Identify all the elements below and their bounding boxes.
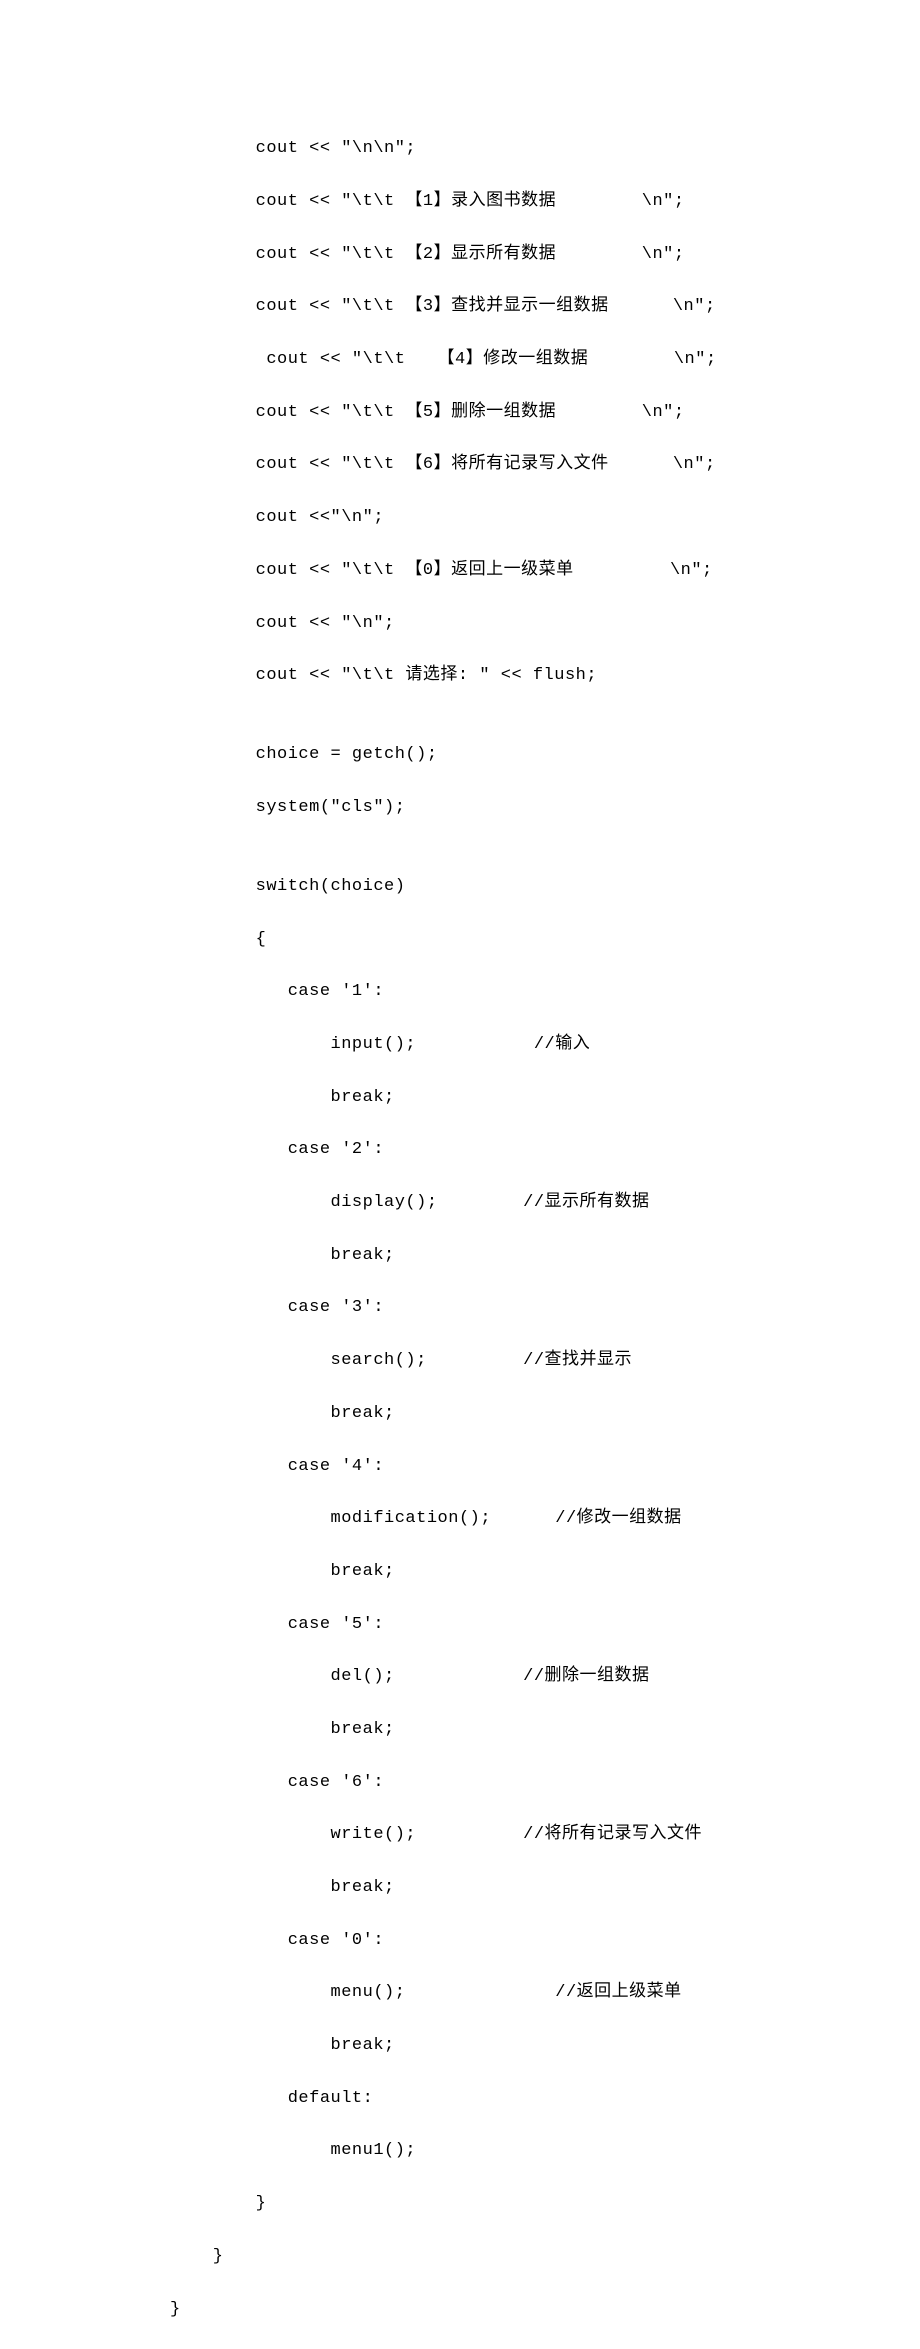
- code-line: switch(choice): [170, 874, 920, 900]
- code-line: menu(); //返回上级菜单: [170, 1980, 920, 2006]
- code-line: {: [170, 927, 920, 953]
- code-line: cout << "\t\t 【6】将所有记录写入文件 \n";: [170, 452, 920, 478]
- code-line: cout << "\t\t 【4】修改一组数据 \n";: [170, 347, 920, 373]
- code-line: break;: [170, 1401, 920, 1427]
- code-line: case '0':: [170, 1928, 920, 1954]
- code-line: break;: [170, 1717, 920, 1743]
- code-line: break;: [170, 2033, 920, 2059]
- code-line: cout << "\t\t 【1】录入图书数据 \n";: [170, 189, 920, 215]
- code-line: cout << "\n";: [170, 611, 920, 637]
- code-line: search(); //查找并显示: [170, 1348, 920, 1374]
- code-line: break;: [170, 1243, 920, 1269]
- code-line: case '6':: [170, 1770, 920, 1796]
- code-line: write(); //将所有记录写入文件: [170, 1822, 920, 1848]
- code-line: del(); //删除一组数据: [170, 1664, 920, 1690]
- code-line: cout << "\t\t 【2】显示所有数据 \n";: [170, 242, 920, 268]
- code-line: cout << "\t\t 请选择: " << flush;: [170, 663, 920, 689]
- code-line: case '4':: [170, 1454, 920, 1480]
- code-line: case '1':: [170, 979, 920, 1005]
- code-line: modification(); //修改一组数据: [170, 1506, 920, 1532]
- code-line: case '3':: [170, 1295, 920, 1321]
- code-line: cout << "\t\t 【3】查找并显示一组数据 \n";: [170, 294, 920, 320]
- code-line: cout <<"\n";: [170, 505, 920, 531]
- code-line: break;: [170, 1875, 920, 1901]
- code-page: cout << "\n\n"; cout << "\t\t 【1】录入图书数据 …: [0, 0, 920, 2349]
- code-line: }: [170, 2191, 920, 2217]
- code-line: cout << "\n\n";: [170, 136, 920, 162]
- code-line: cout << "\t\t 【5】删除一组数据 \n";: [170, 400, 920, 426]
- code-line: case '2':: [170, 1137, 920, 1163]
- code-line: menu1();: [170, 2138, 920, 2164]
- code-line: case '5':: [170, 1612, 920, 1638]
- code-line: system("cls");: [170, 795, 920, 821]
- code-line: input(); //输入: [170, 1032, 920, 1058]
- code-line: }: [170, 2244, 920, 2270]
- code-line: choice = getch();: [170, 742, 920, 768]
- code-line: display(); //显示所有数据: [170, 1190, 920, 1216]
- code-line: break;: [170, 1559, 920, 1585]
- code-line: default:: [170, 2086, 920, 2112]
- code-line: cout << "\t\t 【0】返回上一级菜单 \n";: [170, 558, 920, 584]
- code-line: break;: [170, 1085, 920, 1111]
- code-line: }: [170, 2297, 920, 2323]
